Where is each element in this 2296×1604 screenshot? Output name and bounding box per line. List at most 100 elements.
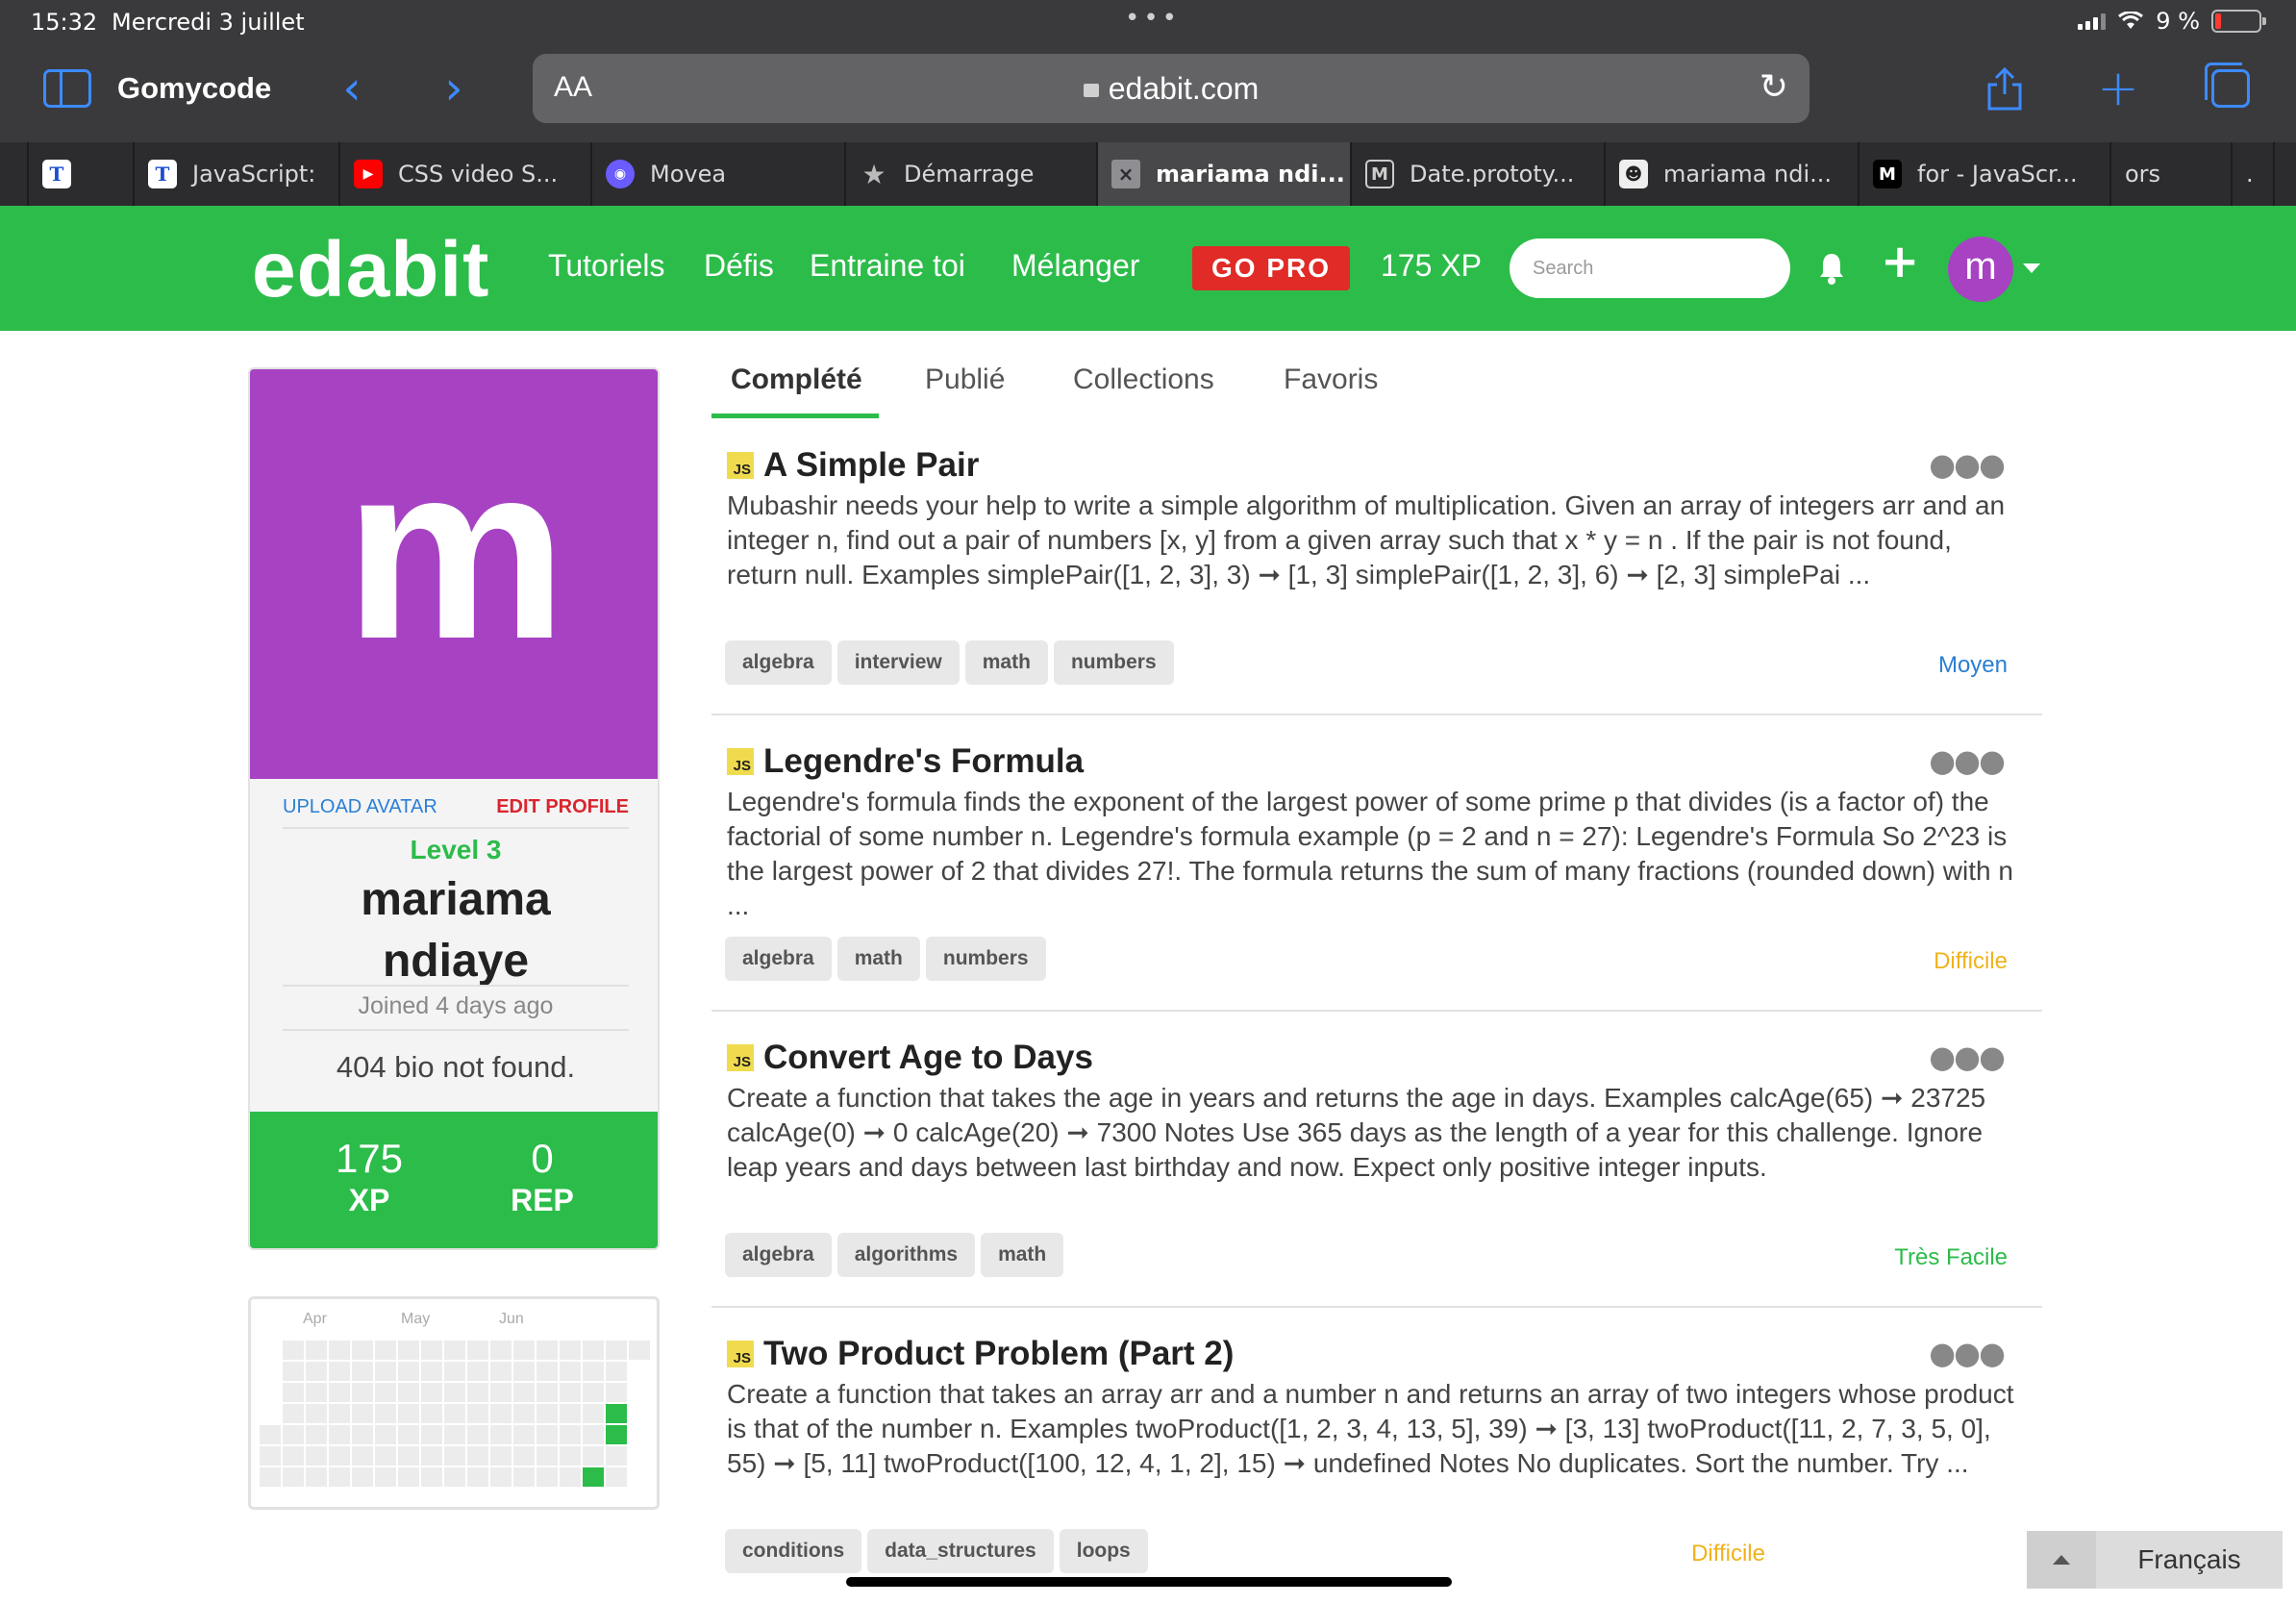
heatmap-cell[interactable]: [328, 1340, 351, 1361]
heatmap-cell[interactable]: [605, 1424, 628, 1445]
heatmap-cell[interactable]: [282, 1466, 305, 1488]
tag[interactable]: algebra: [725, 937, 832, 981]
heatmap-cell[interactable]: [397, 1466, 420, 1488]
heatmap-cell[interactable]: [466, 1445, 489, 1466]
search-input[interactable]: [1510, 238, 1790, 298]
browser-tab[interactable]: ★ Démarrage: [846, 142, 1098, 206]
heatmap-cell[interactable]: [397, 1403, 420, 1424]
heatmap-cell[interactable]: [443, 1466, 466, 1488]
heatmap-cell[interactable]: [582, 1340, 605, 1361]
heatmap-cell[interactable]: [374, 1424, 397, 1445]
heatmap-cell[interactable]: [559, 1466, 582, 1488]
heatmap-cell[interactable]: [466, 1361, 489, 1382]
heatmap-cell[interactable]: [305, 1403, 328, 1424]
heatmap-cell[interactable]: [559, 1403, 582, 1424]
browser-tab[interactable]: Mfor - JavaScr...: [1859, 142, 2111, 206]
browser-tab[interactable]: ☻ mariama ndi...: [1606, 142, 1859, 206]
heatmap-cell[interactable]: [282, 1340, 305, 1361]
heatmap-cell[interactable]: [443, 1361, 466, 1382]
heatmap-cell[interactable]: [536, 1382, 559, 1403]
heatmap-cell[interactable]: [443, 1424, 466, 1445]
heatmap-cell[interactable]: [305, 1361, 328, 1382]
nav-defis[interactable]: Défis: [704, 248, 774, 284]
heatmap-cell[interactable]: [536, 1445, 559, 1466]
browser-tab[interactable]: .: [2233, 142, 2275, 206]
nav-melanger[interactable]: Mélanger: [1011, 248, 1139, 284]
heatmap-cell[interactable]: [443, 1403, 466, 1424]
browser-tab[interactable]: ors: [2111, 142, 2233, 206]
heatmap-cell[interactable]: [605, 1361, 628, 1382]
heatmap-cell[interactable]: [397, 1382, 420, 1403]
heatmap-cell[interactable]: [512, 1466, 536, 1488]
heatmap-cell[interactable]: [351, 1466, 374, 1488]
heatmap-cell[interactable]: [536, 1466, 559, 1488]
heatmap-cell[interactable]: [282, 1403, 305, 1424]
nav-entraine-toi[interactable]: Entraine toi: [810, 248, 965, 284]
challenge-card[interactable]: JS A Simple Pair ●●● Mubashir needs your …: [711, 446, 2042, 715]
user-avatar[interactable]: m: [1948, 237, 2013, 302]
challenge-title[interactable]: JS A Simple Pair: [727, 446, 979, 485]
heatmap-cell[interactable]: [512, 1340, 536, 1361]
heatmap-cell[interactable]: [489, 1382, 512, 1403]
tab-publie[interactable]: Publié: [925, 363, 1005, 396]
heatmap-cell[interactable]: [443, 1382, 466, 1403]
reload-icon[interactable]: ↻: [1759, 67, 1788, 107]
heatmap-cell[interactable]: [582, 1466, 605, 1488]
heatmap-cell[interactable]: [536, 1361, 559, 1382]
heatmap-cell[interactable]: [328, 1403, 351, 1424]
browser-tab[interactable]: M Date.prototy...: [1352, 142, 1606, 206]
multitasking-dots-icon[interactable]: •••: [1125, 4, 1181, 33]
heatmap-cell[interactable]: [605, 1445, 628, 1466]
heatmap-cell[interactable]: [397, 1424, 420, 1445]
heatmap-cell[interactable]: [466, 1382, 489, 1403]
heatmap-cell[interactable]: [512, 1382, 536, 1403]
heatmap-cell[interactable]: [559, 1382, 582, 1403]
browser-tab[interactable]: × mariama ndi...: [1098, 142, 1352, 206]
heatmap-cell[interactable]: [605, 1340, 628, 1361]
heatmap-cell[interactable]: [489, 1361, 512, 1382]
heatmap-cell[interactable]: [351, 1445, 374, 1466]
heatmap-cell[interactable]: [351, 1424, 374, 1445]
share-button[interactable]: [1981, 65, 2029, 112]
heatmap-cell[interactable]: [328, 1424, 351, 1445]
heatmap-cell[interactable]: [466, 1424, 489, 1445]
heatmap-cell[interactable]: [582, 1382, 605, 1403]
sidebar-toggle-button[interactable]: [42, 65, 92, 112]
edit-profile-link[interactable]: EDIT PROFILE: [496, 796, 629, 818]
browser-tab[interactable]: ▶ CSS video S...: [340, 142, 592, 206]
heatmap-cell[interactable]: [397, 1445, 420, 1466]
heatmap-cell[interactable]: [420, 1424, 443, 1445]
tag[interactable]: interview: [836, 640, 960, 685]
heatmap-cell[interactable]: [305, 1445, 328, 1466]
url-display[interactable]: edabit.com: [533, 71, 1809, 107]
heatmap-cell[interactable]: [443, 1340, 466, 1361]
heatmap-cell[interactable]: [489, 1340, 512, 1361]
new-tab-button[interactable]: +: [2094, 60, 2142, 117]
create-plus-icon[interactable]: +: [1881, 235, 1919, 288]
heatmap-cell[interactable]: [559, 1424, 582, 1445]
heatmap-cell[interactable]: [397, 1361, 420, 1382]
heatmap-cell[interactable]: [605, 1466, 628, 1488]
heatmap-cell[interactable]: [443, 1445, 466, 1466]
chevron-down-icon[interactable]: [2023, 263, 2040, 273]
heatmap-cell[interactable]: [489, 1403, 512, 1424]
heatmap-cell[interactable]: [282, 1361, 305, 1382]
heatmap-cell[interactable]: [351, 1403, 374, 1424]
heatmap-cell[interactable]: [512, 1361, 536, 1382]
heatmap-cell[interactable]: [282, 1382, 305, 1403]
heatmap-cell[interactable]: [559, 1445, 582, 1466]
tag[interactable]: numbers: [925, 937, 1046, 981]
tab-favoris[interactable]: Favoris: [1284, 363, 1378, 396]
heatmap-cell[interactable]: [536, 1403, 559, 1424]
challenge-title[interactable]: JS Convert Age to Days: [727, 1039, 1093, 1077]
heatmap-cell[interactable]: [489, 1445, 512, 1466]
heatmap-cell[interactable]: [259, 1424, 282, 1445]
heatmap-cell[interactable]: [305, 1340, 328, 1361]
heatmap-cell[interactable]: [420, 1445, 443, 1466]
heatmap-cell[interactable]: [536, 1424, 559, 1445]
heatmap-cell[interactable]: [559, 1361, 582, 1382]
tag[interactable]: math: [964, 640, 1048, 685]
heatmap-cell[interactable]: [420, 1382, 443, 1403]
tab-collections[interactable]: Collections: [1073, 363, 1214, 396]
heatmap-cell[interactable]: [351, 1340, 374, 1361]
